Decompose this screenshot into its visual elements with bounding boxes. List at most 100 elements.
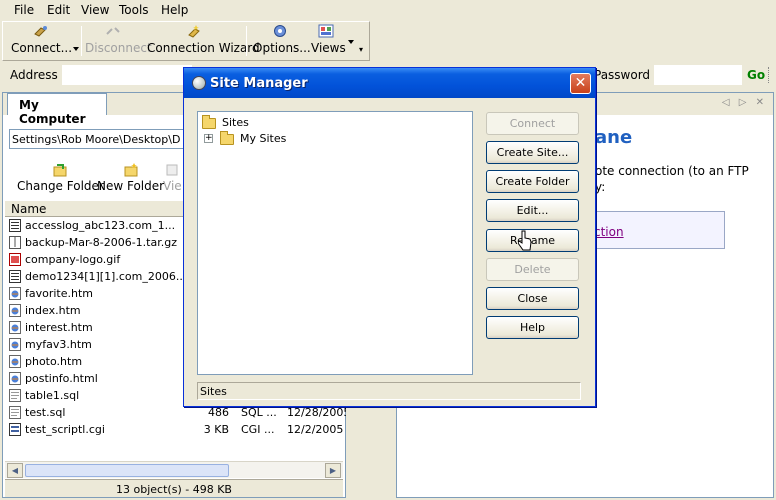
expand-icon[interactable]: + xyxy=(204,134,213,143)
dialog-status-bar: Sites xyxy=(197,382,581,400)
connection-wizard-label: Connection Wizard xyxy=(147,41,260,55)
connect-dropdown-icon[interactable] xyxy=(73,47,79,51)
task-pane-title: ane xyxy=(595,127,633,148)
wizard-icon xyxy=(188,25,200,38)
task-pane-text-line1: ote connection (to an FTP xyxy=(595,164,749,178)
file-name: table1.sql xyxy=(25,389,80,402)
change-folder-label: Change Folder xyxy=(17,179,104,193)
edit-button[interactable]: Edit... xyxy=(486,199,579,222)
help-button[interactable]: Help xyxy=(486,316,579,339)
menu-help[interactable]: Help xyxy=(161,3,188,17)
rename-button[interactable]: Rename xyxy=(486,229,579,252)
pane-controls-icon[interactable]: ◁ ▷ ✕ xyxy=(722,97,767,108)
file-type: CGI ... xyxy=(241,423,275,436)
views-dropdown-icon[interactable] xyxy=(348,40,354,44)
scroll-right-icon[interactable]: ▶ xyxy=(325,463,341,478)
html-file-icon xyxy=(9,304,21,317)
create-folder-button[interactable]: Create Folder xyxy=(486,170,579,193)
dialog-titlebar[interactable]: Site Manager ✕ xyxy=(184,68,595,98)
site-manager-dialog: Site Manager ✕ Sites + My Sites Connect … xyxy=(183,67,596,407)
tree-node-label: Sites xyxy=(222,116,249,129)
scroll-left-icon[interactable]: ◀ xyxy=(7,463,23,478)
column-name-header[interactable]: Name xyxy=(11,202,46,216)
folder-icon xyxy=(202,115,216,129)
view-label: Vie xyxy=(163,179,182,193)
options-label: Options... xyxy=(253,41,311,55)
file-name: postinfo.html xyxy=(25,372,98,385)
disconnect-button[interactable]: Disconnect xyxy=(85,24,152,60)
file-name: favorite.htm xyxy=(25,287,94,300)
script-file-icon xyxy=(9,423,21,436)
toolbar-overflow-icon[interactable]: ▾ xyxy=(359,46,367,54)
toolbar-separator xyxy=(81,26,82,56)
go-button[interactable]: Go xyxy=(747,68,765,82)
file-row[interactable]: test_scriptl.cgi 3 KB CGI ... 12/2/2005 5 xyxy=(5,421,354,438)
file-size: 3 KB xyxy=(203,423,229,436)
local-status-bar: 13 object(s) - 498 KB xyxy=(5,479,343,497)
file-name: backup-Mar-8-2006-1.tar.gz xyxy=(25,236,177,249)
file-type: SQL ... xyxy=(241,406,277,419)
menu-file[interactable]: File xyxy=(14,3,34,17)
file-name: demo1234[1][1].com_2006... xyxy=(25,270,187,283)
view-icon xyxy=(166,164,178,176)
dialog-title: Site Manager xyxy=(210,76,308,91)
html-file-icon xyxy=(9,287,21,300)
scroll-thumb[interactable] xyxy=(25,464,229,477)
text-file-icon xyxy=(9,389,21,402)
file-date: 12/2/2005 5 xyxy=(287,423,354,436)
site-manager-icon xyxy=(192,76,206,90)
log-file-icon xyxy=(9,270,21,283)
address-input[interactable] xyxy=(62,65,192,85)
views-button[interactable]: Views xyxy=(311,24,346,60)
menu-bar: File Edit View Tools Help xyxy=(0,0,776,20)
views-label: Views xyxy=(311,41,346,55)
file-name: test.sql xyxy=(25,406,66,419)
connect-site-button[interactable]: Connect xyxy=(486,112,579,135)
file-date: 12/28/2005 xyxy=(287,406,351,419)
connect-label: Connect... xyxy=(11,41,73,55)
file-name: index.htm xyxy=(25,304,81,317)
folder-icon xyxy=(220,131,234,145)
new-folder-button[interactable]: New Folder xyxy=(97,163,164,193)
mouse-cursor-icon xyxy=(518,230,532,251)
site-tree: Sites + My Sites xyxy=(197,111,473,375)
html-file-icon xyxy=(9,355,21,368)
new-folder-icon xyxy=(124,163,138,177)
disconnect-label: Disconnect xyxy=(85,41,152,55)
menu-tools[interactable]: Tools xyxy=(119,3,149,17)
tree-node-label: My Sites xyxy=(240,132,287,145)
file-name: myfav3.htm xyxy=(25,338,92,351)
toolbar-grip[interactable] xyxy=(768,67,772,83)
connect-button[interactable]: Connect... xyxy=(11,24,73,60)
connection-box: ction xyxy=(577,211,725,249)
task-pane-text-line2: y: xyxy=(595,180,606,194)
close-icon[interactable]: ✕ xyxy=(570,73,591,94)
file-name: test_scriptl.cgi xyxy=(25,423,105,436)
task-pane-text: ote connection (to an FTP y: xyxy=(595,163,749,195)
html-file-icon xyxy=(9,338,21,351)
html-file-icon xyxy=(9,372,21,385)
create-site-button[interactable]: Create Site... xyxy=(486,141,579,164)
delete-button[interactable]: Delete xyxy=(486,258,579,281)
password-input[interactable] xyxy=(654,65,742,85)
change-folder-icon xyxy=(53,164,67,177)
options-icon xyxy=(274,25,286,37)
views-icon xyxy=(318,24,334,38)
toolbar-separator xyxy=(246,26,247,56)
change-folder-button[interactable]: Change Folder xyxy=(17,163,104,193)
new-folder-label: New Folder xyxy=(97,179,165,193)
local-path-field[interactable]: Settings\Rob Moore\Desktop\D xyxy=(9,129,199,149)
options-button[interactable]: Options... xyxy=(253,24,311,60)
password-label: Password xyxy=(594,68,651,82)
tab-my-computer[interactable]: My Computer xyxy=(7,93,107,126)
menu-edit[interactable]: Edit xyxy=(47,3,70,17)
horizontal-scrollbar[interactable]: ◀ ▶ xyxy=(5,461,343,478)
file-name: photo.htm xyxy=(25,355,83,368)
menu-view[interactable]: View xyxy=(81,3,109,17)
file-name: company-logo.gif xyxy=(25,253,121,266)
file-name: accesslog_abc123.com_1... xyxy=(25,219,176,232)
new-connection-link[interactable]: ction xyxy=(594,225,624,239)
view-button[interactable]: Vie xyxy=(163,163,182,193)
connection-wizard-button[interactable]: Connection Wizard xyxy=(147,24,260,60)
close-button[interactable]: Close xyxy=(486,287,579,310)
